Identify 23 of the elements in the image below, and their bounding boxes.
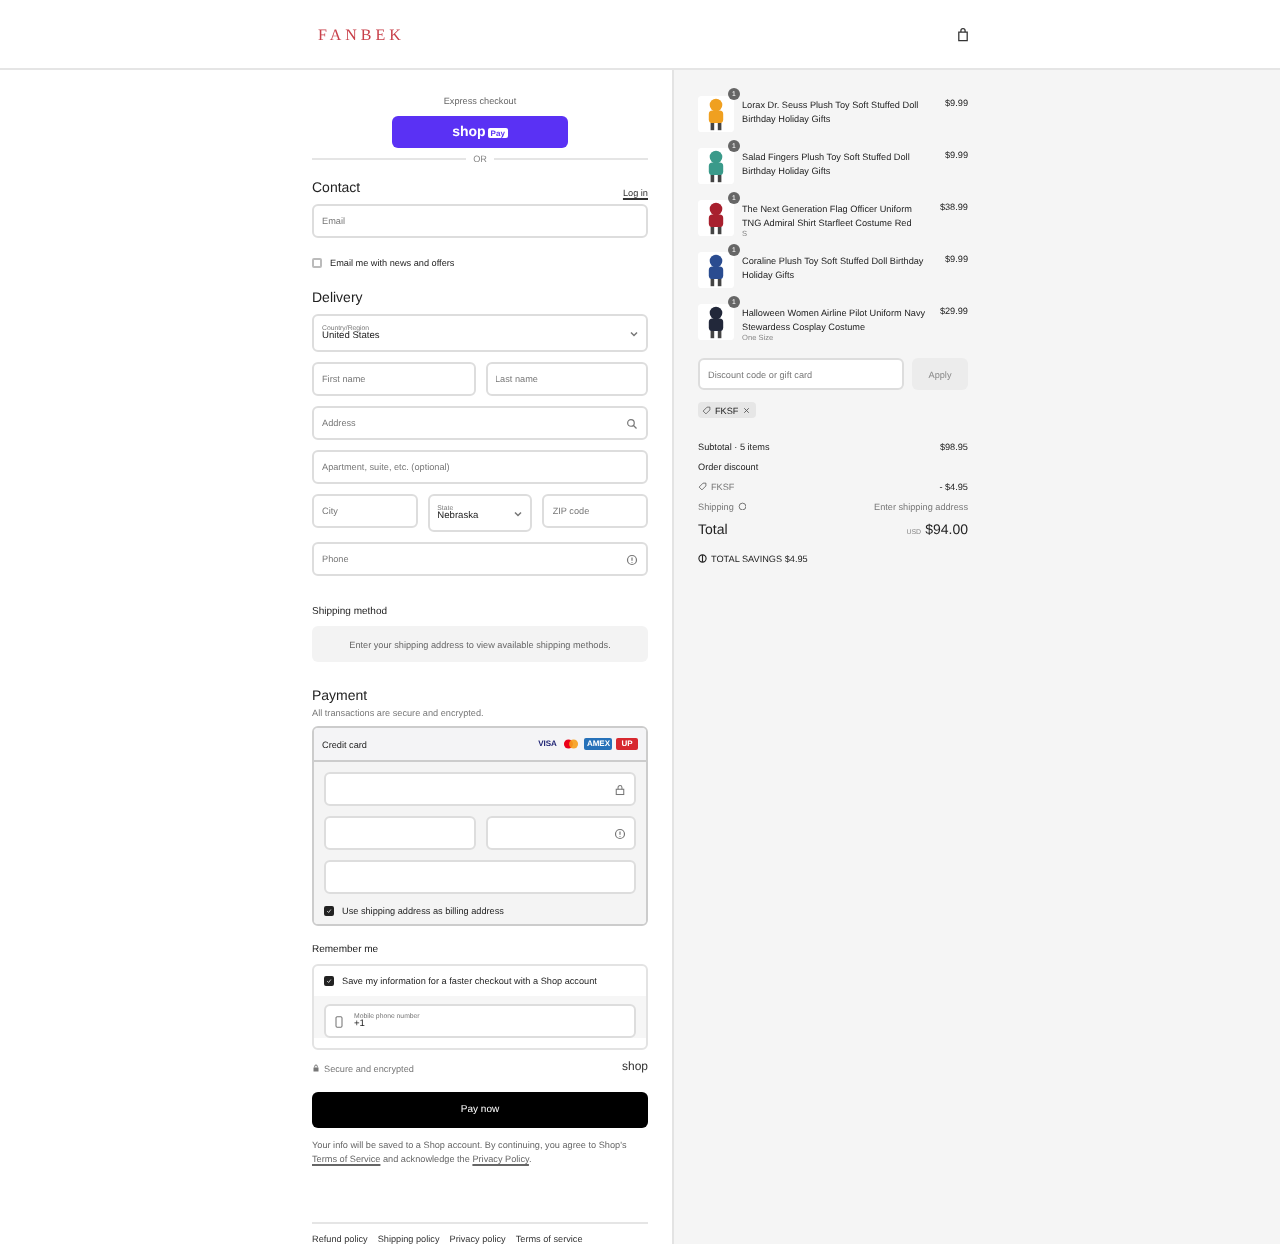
- expiration-date-field[interactable]: [324, 816, 475, 850]
- checkbox[interactable]: [324, 976, 334, 986]
- help-icon: [737, 501, 747, 511]
- close-icon[interactable]: [742, 405, 752, 415]
- lock-icon: [312, 1064, 320, 1072]
- checkbox[interactable]: [312, 258, 322, 268]
- tag-icon: [702, 405, 711, 415]
- search-icon: [626, 417, 638, 429]
- security-code-field[interactable]: [485, 816, 636, 850]
- tag-icon: [698, 481, 707, 491]
- checkbox[interactable]: [324, 906, 334, 916]
- savings-icon: [698, 554, 707, 564]
- card-number-field[interactable]: [324, 772, 636, 806]
- brand-logo[interactable]: FANBEK: [318, 25, 405, 43]
- card-brand-icon: [562, 737, 581, 750]
- name-on-card-field[interactable]: [324, 860, 636, 894]
- help-icon: [626, 553, 638, 565]
- mobile-phone-icon: [334, 1015, 344, 1027]
- chevron-down-icon: [512, 508, 525, 520]
- shopping-bag-icon[interactable]: [956, 27, 970, 41]
- help-icon: [614, 827, 626, 839]
- chevron-down-icon: [628, 328, 640, 340]
- lock-icon: [614, 783, 626, 795]
